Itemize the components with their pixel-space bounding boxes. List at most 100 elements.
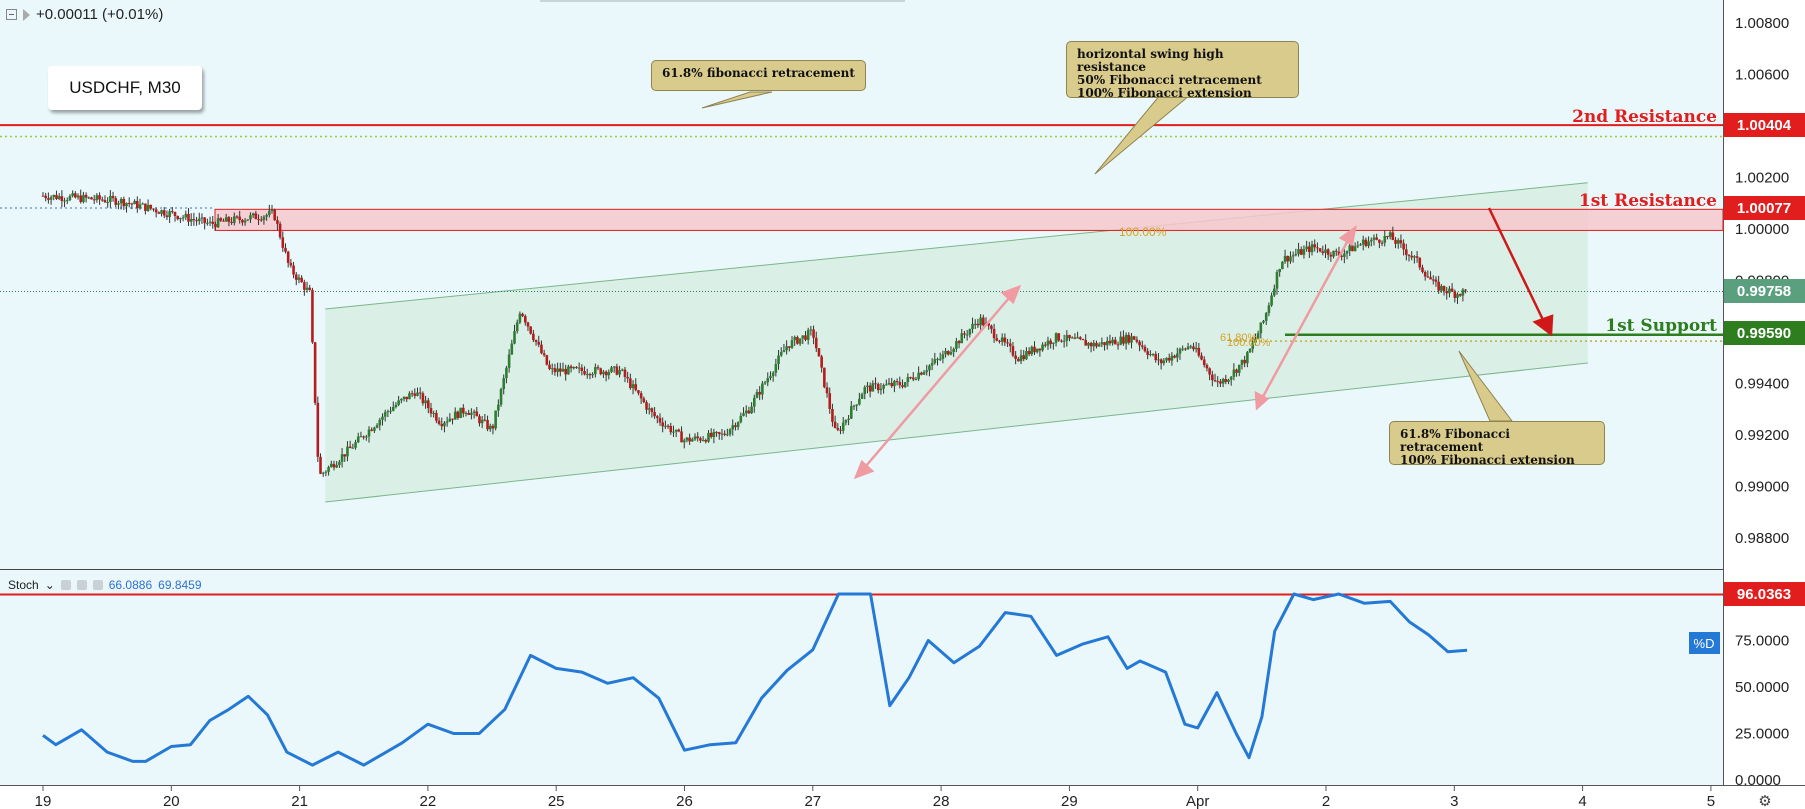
candle[interactable] <box>1132 336 1136 340</box>
candle[interactable] <box>1332 250 1335 257</box>
candle[interactable] <box>583 371 586 375</box>
candle[interactable] <box>146 204 150 211</box>
candle[interactable] <box>483 419 487 421</box>
candle[interactable] <box>416 392 419 396</box>
candle[interactable] <box>610 367 613 373</box>
candle[interactable] <box>1267 305 1271 313</box>
candle[interactable] <box>1068 334 1071 339</box>
candle[interactable] <box>138 204 142 209</box>
candle[interactable] <box>1313 244 1317 248</box>
candle[interactable] <box>1049 340 1052 344</box>
candle[interactable] <box>1345 250 1349 254</box>
candle[interactable] <box>1213 380 1217 382</box>
candle[interactable] <box>1065 334 1069 341</box>
candle[interactable] <box>499 389 503 405</box>
candle[interactable] <box>300 277 303 283</box>
candle[interactable] <box>1127 334 1131 343</box>
candle[interactable] <box>839 429 842 431</box>
candle[interactable] <box>771 372 775 377</box>
candle[interactable] <box>95 195 99 200</box>
candle[interactable] <box>171 211 174 213</box>
candle[interactable] <box>440 423 444 427</box>
candle[interactable] <box>278 223 282 238</box>
close-icon[interactable] <box>92 580 103 590</box>
candle[interactable] <box>224 217 228 222</box>
stoch-panel[interactable] <box>0 570 1723 785</box>
candle[interactable] <box>963 333 966 335</box>
candle[interactable] <box>672 431 675 433</box>
candle[interactable] <box>1450 288 1454 292</box>
candle[interactable] <box>774 364 778 373</box>
candle[interactable] <box>106 202 109 204</box>
candle[interactable] <box>1184 348 1187 350</box>
candle[interactable] <box>607 372 611 376</box>
candle[interactable] <box>71 193 74 196</box>
candle[interactable] <box>812 329 815 338</box>
candle[interactable] <box>699 438 702 441</box>
candle[interactable] <box>103 200 107 203</box>
candle[interactable] <box>249 215 252 220</box>
candle[interactable] <box>391 407 395 411</box>
candle[interactable] <box>685 437 689 441</box>
candle[interactable] <box>979 317 982 326</box>
candle[interactable] <box>189 219 193 222</box>
candle[interactable] <box>540 344 543 354</box>
candle[interactable] <box>620 369 624 371</box>
candle[interactable] <box>1394 239 1397 244</box>
candle[interactable] <box>1052 342 1055 344</box>
candle[interactable] <box>1189 346 1193 348</box>
candle[interactable] <box>1237 364 1241 373</box>
candle[interactable] <box>1437 281 1440 291</box>
candle[interactable] <box>1402 243 1405 250</box>
candle[interactable] <box>1119 336 1123 345</box>
candle[interactable] <box>553 368 557 373</box>
flag-icon[interactable] <box>23 8 30 21</box>
candle[interactable] <box>561 368 565 372</box>
candle[interactable] <box>809 329 813 331</box>
candle[interactable] <box>1310 244 1314 253</box>
candle[interactable] <box>920 372 923 375</box>
candle[interactable] <box>1410 255 1414 258</box>
candle[interactable] <box>1329 254 1333 257</box>
candle[interactable] <box>844 419 848 423</box>
candle[interactable] <box>327 467 330 472</box>
candle[interactable] <box>367 429 371 437</box>
candle[interactable] <box>1264 312 1268 321</box>
candle[interactable] <box>462 407 465 414</box>
candle[interactable] <box>564 368 567 375</box>
settings-icon[interactable] <box>76 580 87 590</box>
candle[interactable] <box>801 335 805 339</box>
candle[interactable] <box>814 337 818 349</box>
candle[interactable] <box>1418 257 1422 268</box>
candle[interactable] <box>782 350 786 353</box>
candle[interactable] <box>1192 346 1195 350</box>
candle[interactable] <box>141 203 144 205</box>
candle[interactable] <box>577 367 581 369</box>
candle[interactable] <box>211 221 215 225</box>
candle[interactable] <box>677 429 681 432</box>
candle[interactable] <box>1143 346 1147 352</box>
candle[interactable] <box>1176 353 1179 358</box>
candle[interactable] <box>1378 239 1381 243</box>
candle[interactable] <box>901 385 904 387</box>
candle[interactable] <box>1027 351 1031 355</box>
candle[interactable] <box>276 220 279 224</box>
candle[interactable] <box>849 406 853 419</box>
candle[interactable] <box>1235 369 1238 373</box>
candle[interactable] <box>413 393 417 396</box>
candle[interactable] <box>796 337 799 344</box>
candle[interactable] <box>356 436 360 443</box>
candle[interactable] <box>1011 346 1015 356</box>
candle[interactable] <box>1157 359 1160 361</box>
candle[interactable] <box>960 333 964 344</box>
candle[interactable] <box>537 341 541 345</box>
candle[interactable] <box>410 393 414 395</box>
candle[interactable] <box>806 330 810 340</box>
candle[interactable] <box>1103 342 1106 346</box>
candle[interactable] <box>497 404 500 411</box>
candle[interactable] <box>265 214 268 217</box>
candle[interactable] <box>197 218 201 222</box>
candle[interactable] <box>1272 288 1276 296</box>
candle[interactable] <box>386 411 390 413</box>
candle[interactable] <box>136 200 139 209</box>
